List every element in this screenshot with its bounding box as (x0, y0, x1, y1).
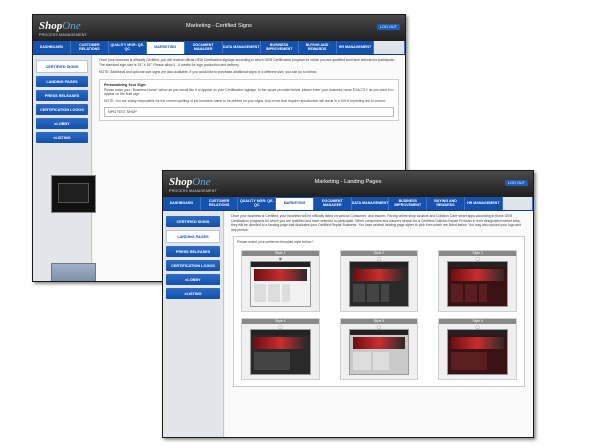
logo-subtitle: PROCESS MANAGEMENT (39, 33, 87, 37)
style-option[interactable]: Style 6 ◯ (438, 317, 517, 380)
tab-business-improvement[interactable]: BUSINESS IMPROVEMENT (389, 197, 428, 210)
tab-quality-mgr[interactable]: QUALITY MGR: QE-QC (238, 197, 277, 210)
template-style-panel: Please select your preferred template st… (233, 236, 525, 387)
note-text: NOTE: Additional and optional size signs… (99, 70, 318, 75)
sidebar-item-elisting[interactable]: eLISTING (36, 132, 88, 143)
style-option[interactable]: Style 1 ◉ (241, 249, 320, 312)
sidebar-item-certification-logos[interactable]: CERTIFICATION LOGOS (36, 104, 88, 115)
tab-quality-mgr[interactable]: QUALITY MGR: QE-QC (109, 41, 147, 54)
logout-button[interactable]: LOG OUT (376, 24, 400, 30)
tab-document-manager[interactable]: DOCUMENT MANAGER (185, 41, 223, 54)
logout-button[interactable]: LOG OUT (504, 180, 528, 186)
nav-spacer (374, 41, 405, 54)
tab-marketing[interactable]: MARKETING (146, 41, 185, 54)
tab-dashboard[interactable]: DASHBOARD (33, 41, 71, 54)
intro-text: Once your business is officially Certifi… (99, 58, 395, 67)
tab-document-manager[interactable]: DOCUMENT MANAGER (314, 197, 352, 210)
sign-preview-dark (51, 175, 96, 213)
style-option[interactable]: Style 5 ◯ (339, 317, 419, 380)
style-preview (447, 260, 508, 307)
personalize-panel: Personalizing Your Sign: Please enter yo… (99, 78, 399, 121)
page-title: Marketing - Certified Signs (186, 23, 252, 29)
tab-buying-rewards[interactable]: BUYING AND REWARDS (427, 197, 465, 210)
sidebar-item-elobby[interactable]: eLOBBY (36, 118, 88, 129)
tab-buying-rewards[interactable]: BUYING AND REWARDS (299, 41, 337, 54)
tab-hr-management[interactable]: HR MANAGEMENT (337, 41, 375, 54)
marketing-sidebar: CERTIFIED SIGNS LANDING PAGES PRESS RELE… (163, 211, 224, 437)
tab-customer-relations[interactable]: CUSTOMER RELATIONS (71, 41, 109, 54)
personalize-note: NOTE: You are solely responsible for the… (104, 98, 386, 103)
style-preview (250, 328, 311, 375)
sidebar-item-certified-signs[interactable]: CERTIFIED SIGNS (166, 216, 220, 227)
sidebar-item-elobby[interactable]: eLOBBY (166, 274, 220, 285)
tab-business-improvement[interactable]: BUSINESS IMPROVEMENT (261, 41, 299, 54)
app-header: ShopOne PROCESS MANAGEMENT Marketing - C… (33, 15, 405, 41)
sidebar-item-press-releases[interactable]: PRESS RELEASES (166, 246, 220, 257)
business-name-input[interactable]: NPN TEST SHOP (104, 106, 394, 117)
tab-data-management[interactable]: DATA MANAGEMENT (352, 197, 390, 210)
style-preview (348, 260, 410, 307)
personalize-text: Please enter your "Business Name" below … (104, 87, 394, 97)
intro-text: Once your business is Certified, your bu… (231, 214, 522, 232)
page-title: Marketing - Landing Pages (314, 179, 382, 185)
sidebar-item-landing-pages[interactable]: LANDING PAGES (36, 76, 88, 87)
select-prompt: Please select your preferred template st… (237, 240, 314, 245)
landing-pages-window: ShopOne PROCESS MANAGEMENT Marketing - L… (162, 170, 534, 438)
logo-subtitle: PROCESS MANAGEMENT (169, 189, 217, 193)
tab-data-management[interactable]: DATA MANAGEMENT (223, 41, 261, 54)
sidebar-item-landing-pages[interactable]: LANDING PAGES (166, 230, 220, 243)
sidebar-item-elisting[interactable]: eLISTING (166, 288, 220, 299)
sign-previews (51, 175, 96, 281)
tab-customer-relations[interactable]: CUSTOMER RELATIONS (201, 197, 239, 210)
style-option[interactable]: Style 2 ◯ (339, 249, 419, 312)
main-nav: DASHBOARD CUSTOMER RELATIONS QUALITY MGR… (163, 197, 533, 211)
main-nav: DASHBOARD CUSTOMER RELATIONS QUALITY MGR… (33, 41, 405, 55)
sidebar-item-certification-logos[interactable]: CERTIFICATION LOGOS (166, 260, 220, 271)
sign-preview-light (51, 263, 96, 281)
main-content: Once your business is Certified, your bu… (225, 211, 533, 437)
style-option[interactable]: Style 4 ◯ (241, 317, 320, 380)
style-preview (348, 328, 410, 375)
sidebar-item-certified-signs[interactable]: CERTIFIED SIGNS (36, 60, 88, 73)
tab-hr-management[interactable]: HR MANAGEMENT (465, 197, 503, 210)
template-style-grid: Style 1 ◉ Style 2 ◯ Style 3 ◯ Style 4 ◯ … (237, 247, 521, 383)
style-preview (250, 260, 311, 307)
tab-dashboard[interactable]: DASHBOARD (163, 197, 201, 210)
app-header: ShopOne PROCESS MANAGEMENT Marketing - L… (163, 171, 533, 197)
sidebar-item-press-releases[interactable]: PRESS RELEASES (36, 90, 88, 101)
tab-marketing[interactable]: MARKETING (276, 197, 314, 210)
nav-spacer (502, 197, 533, 210)
style-preview (447, 328, 508, 375)
style-option[interactable]: Style 3 ◯ (438, 249, 517, 312)
